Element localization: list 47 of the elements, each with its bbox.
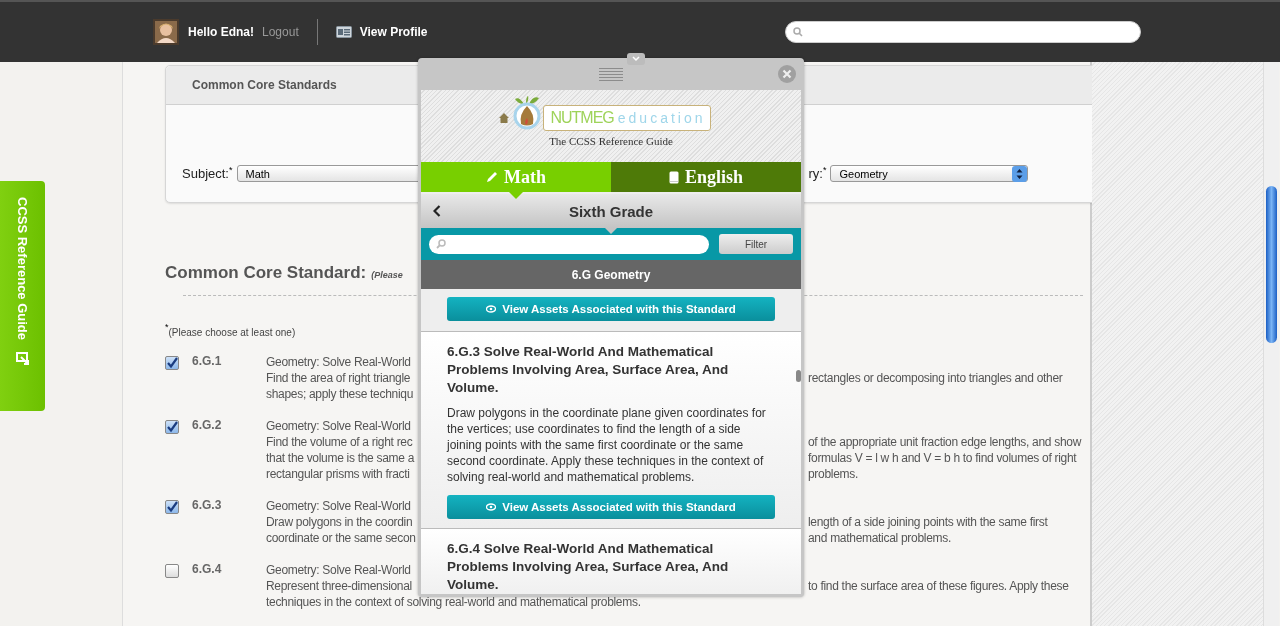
description-text: to find the surface area of these figures. Apply these (808, 578, 1069, 594)
description-text: Geometry: Solve Real-World (266, 419, 411, 433)
required-mark: * (165, 322, 169, 332)
description-text: rectangles or decomposing into triangles and other (808, 370, 1063, 386)
heading-note: (Please (371, 270, 403, 280)
description-text: rectangular prisms with fracti (266, 467, 410, 481)
standard-code: 6.G.1 (192, 354, 223, 370)
panel-title: Common Core Standards (192, 78, 337, 92)
description-text: techniques in the context of solving real-world and mathematical problems. (266, 595, 641, 609)
description-text: that the volume is the same a (266, 451, 415, 465)
description-text: formulas V = l w h and V = b h to find volumes of right (808, 450, 1077, 466)
subject-tab[interactable]: English (611, 162, 801, 192)
greeting: Hello Edna! (188, 25, 254, 39)
view-profile-link[interactable]: View Profile (335, 25, 428, 39)
description-text: Geometry: Solve Real-World (266, 499, 411, 513)
description-text: shapes; apply these techniqu (266, 387, 414, 401)
description-text: Geometry: Solve Real-World (266, 355, 411, 369)
required-mark: * (229, 165, 233, 175)
description-text: and mathematical problems. (808, 530, 951, 546)
description-text: problems. (808, 466, 858, 482)
tagline: The CCSS Reference Guide (549, 135, 673, 147)
description-text: Represent three-dimensional (266, 579, 412, 593)
dropdown[interactable]: Geometry (830, 165, 1029, 182)
standard-code: 6.G.4 (192, 562, 223, 578)
description-text: coordinate or the same secon (266, 531, 416, 545)
description-text: of the appropriate unit fraction edge lengths, and show (808, 434, 1082, 450)
field-label: Subject: (182, 166, 229, 181)
hint-text: (Please choose at least one) (168, 327, 296, 338)
description-text: Draw polygons in the coordin (266, 515, 413, 529)
filter-button[interactable]: Filter (719, 234, 793, 254)
view-assets-button[interactable]: View Assets Associated with this Standard (447, 297, 775, 321)
required-mark: * (822, 165, 827, 175)
logout-link[interactable]: Logout (262, 25, 299, 39)
standard-title: 6.G.4 Solve Real-World And Mathematical Problems Involving Area, Surface Area, And Volume. (447, 540, 730, 594)
description-text: length of a side joining points with the same first (808, 514, 1048, 530)
standard-description: Draw polygons in the coordinate plane given coordinates for the vertices; use coordinates to find the length of a side joining points with the same first coordinate or the same second coordinate. Apply these techniques in the context of solving real-world and mathematical problems. (447, 405, 767, 485)
standard-code: 6.G.2 (192, 418, 223, 434)
standard-code: 6.G.3 (192, 498, 223, 514)
view-assets-button[interactable]: View Assets Associated with this Standard (447, 495, 775, 519)
description-text: Find the area of right triangle (266, 371, 411, 385)
standard-title: 6.G.3 Solve Real-World And Mathematical Problems Involving Area, Surface Area, And Volume. (447, 343, 730, 397)
description-text: Find the volume of a right rec (266, 435, 413, 449)
section-heading: Common Core Standard: (165, 263, 367, 283)
description-text: Geometry: Solve Real-World (266, 563, 411, 577)
field-label: ry: (808, 166, 823, 181)
grade-title: Sixth Grade (568, 202, 654, 220)
section-header: 6.G Geometry (421, 260, 801, 289)
